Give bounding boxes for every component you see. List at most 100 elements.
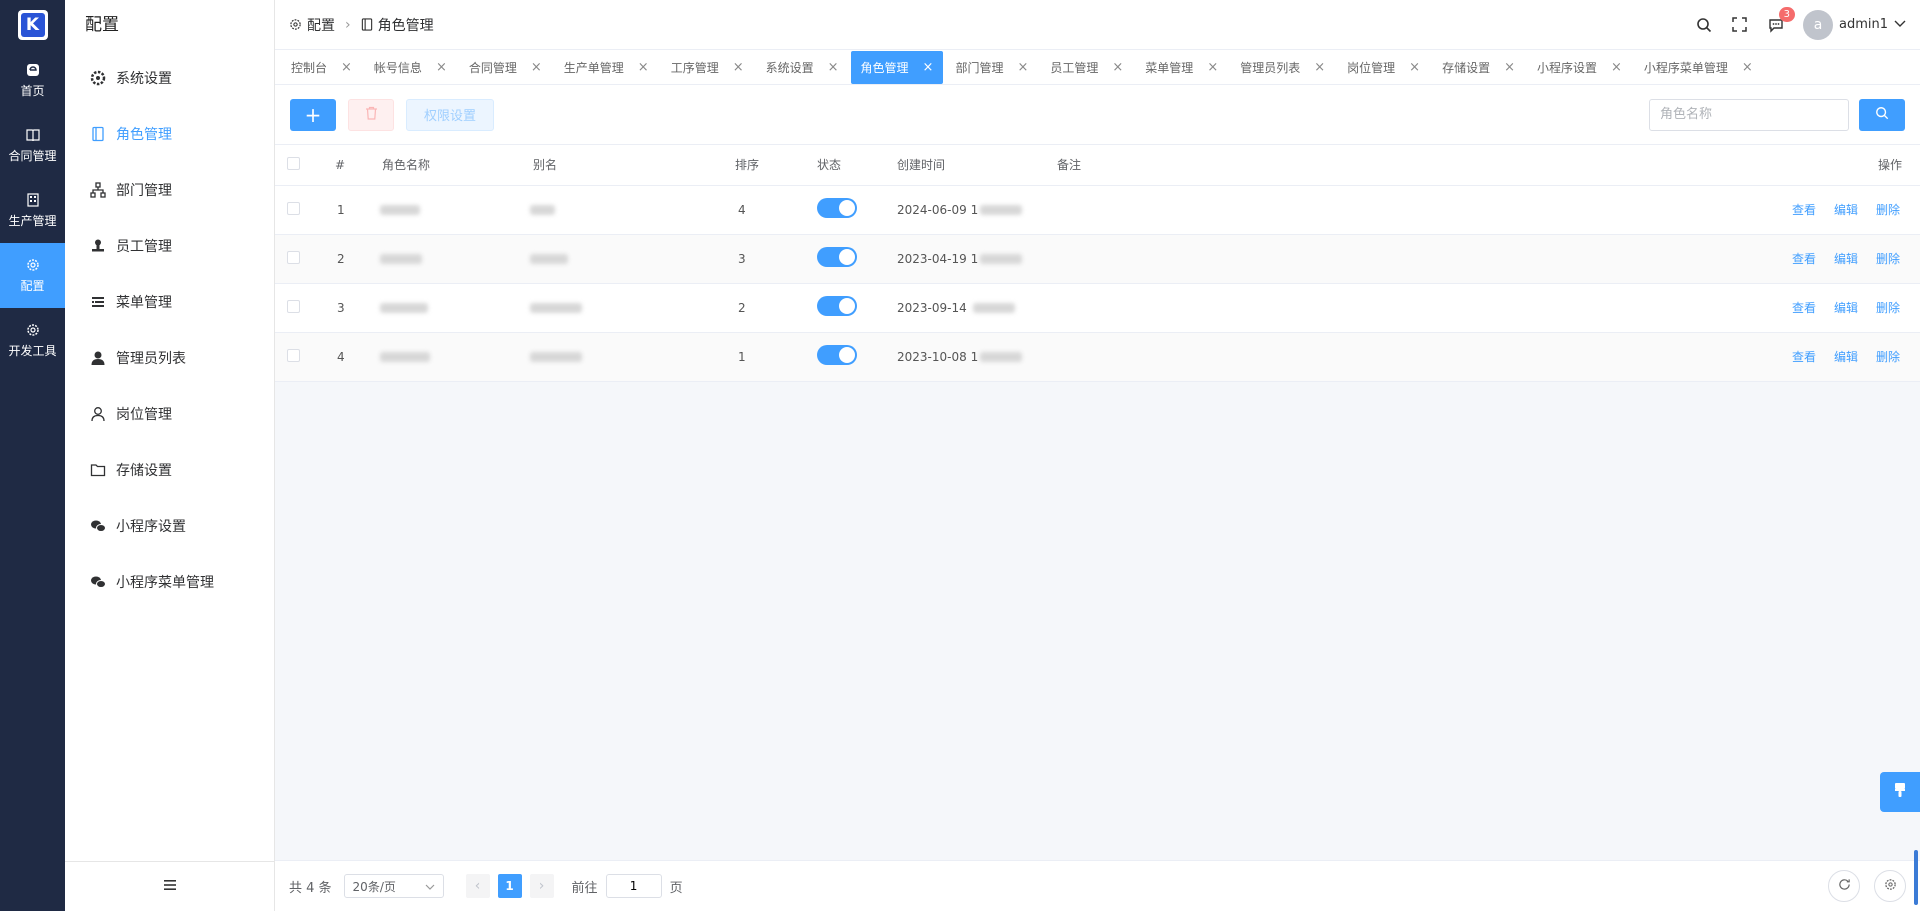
rail-item-contract[interactable]: 合同管理: [0, 113, 65, 178]
sidebar-item-department[interactable]: 部门管理: [65, 162, 274, 218]
close-icon[interactable]: ×: [531, 60, 542, 75]
trash-icon: [365, 106, 378, 124]
close-icon[interactable]: ×: [733, 60, 744, 75]
app-logo[interactable]: K: [17, 10, 48, 40]
delete-button[interactable]: [348, 98, 394, 131]
rail-item-home[interactable]: 首页: [0, 48, 65, 113]
status-toggle[interactable]: [817, 247, 857, 267]
view-button[interactable]: 查看: [1792, 301, 1816, 315]
row-checkbox[interactable]: [287, 348, 300, 362]
row-checkbox[interactable]: [287, 250, 300, 264]
tab-item[interactable]: 帐号信息 ×: [364, 51, 457, 84]
user-menu[interactable]: a admin1: [1802, 9, 1906, 40]
tab-item[interactable]: 存储设置 ×: [1432, 51, 1525, 84]
tab-item[interactable]: 控制台 ×: [281, 51, 362, 84]
search-icon[interactable]: [1695, 16, 1713, 34]
rail-item-config[interactable]: 配置: [0, 243, 65, 308]
message-icon[interactable]: 3: [1767, 6, 1795, 34]
pagination-bar: 共 4 条 20条/页 ‹ 1 › 前往 页: [275, 860, 1920, 911]
scrollbar-thumb[interactable]: [1914, 850, 1918, 905]
table-row[interactable]: 3 2 2023-09-14 查看 编辑 删除: [275, 283, 1920, 333]
close-icon[interactable]: ×: [1409, 60, 1420, 75]
next-page-button[interactable]: ›: [529, 874, 554, 898]
rail-item-production[interactable]: 生产管理: [0, 178, 65, 243]
tab-item[interactable]: 岗位管理 ×: [1337, 51, 1430, 84]
tab-item[interactable]: 合同管理 ×: [459, 51, 552, 84]
page-number-current[interactable]: 1: [497, 874, 522, 898]
col-created-time: 创建时间: [877, 145, 1057, 186]
add-button[interactable]: +: [290, 98, 336, 131]
row-remark: [1057, 332, 1770, 382]
prev-page-button[interactable]: ‹: [465, 874, 490, 898]
delete-row-button[interactable]: 删除: [1876, 203, 1900, 217]
page-size-select[interactable]: 20条/页: [343, 874, 444, 898]
view-button[interactable]: 查看: [1792, 252, 1816, 266]
sidebar-item-position[interactable]: 岗位管理: [65, 386, 274, 442]
status-toggle[interactable]: [817, 296, 857, 316]
sidebar-item-menu[interactable]: 菜单管理: [65, 274, 274, 330]
delete-row-button[interactable]: 删除: [1876, 350, 1900, 364]
sidebar-item-miniprogram-settings[interactable]: 小程序设置: [65, 498, 274, 554]
sidebar-collapse-toggle[interactable]: [65, 861, 275, 911]
redacted-alias: [530, 254, 568, 264]
select-all-checkbox[interactable]: [287, 156, 300, 170]
close-icon[interactable]: ×: [1314, 60, 1325, 75]
col-sort: 排序: [718, 145, 797, 186]
sidebar-item-admin-list[interactable]: 管理员列表: [65, 330, 274, 386]
fullscreen-icon[interactable]: [1731, 16, 1749, 34]
sidebar-item-label: 管理员列表: [116, 351, 186, 367]
view-button[interactable]: 查看: [1792, 350, 1816, 364]
close-icon[interactable]: ×: [923, 60, 934, 75]
edit-button[interactable]: 编辑: [1834, 301, 1858, 315]
sidebar-item-employee[interactable]: 员工管理: [65, 218, 274, 274]
tab-item[interactable]: 员工管理 ×: [1040, 51, 1133, 84]
tab-item[interactable]: 管理员列表 ×: [1230, 51, 1335, 84]
close-icon[interactable]: ×: [1112, 60, 1123, 75]
table-row[interactable]: 4 1 2023-10-08 1 查看 编辑 删除: [275, 332, 1920, 382]
permission-settings-button[interactable]: 权限设置: [406, 98, 494, 131]
view-button[interactable]: 查看: [1792, 203, 1816, 217]
status-toggle[interactable]: [817, 345, 857, 365]
edit-button[interactable]: 编辑: [1834, 203, 1858, 217]
table-row[interactable]: 2 3 2023-04-19 1 查看 编辑 删除: [275, 234, 1920, 284]
sidebar-item-role-management[interactable]: 角色管理: [65, 106, 274, 162]
close-icon[interactable]: ×: [1742, 60, 1753, 75]
breadcrumb-item[interactable]: 配置: [307, 15, 335, 35]
row-checkbox[interactable]: [287, 299, 300, 313]
close-icon[interactable]: ×: [436, 60, 447, 75]
delete-row-button[interactable]: 删除: [1876, 252, 1900, 266]
search-button[interactable]: [1859, 98, 1905, 131]
close-icon[interactable]: ×: [638, 60, 649, 75]
tab-item[interactable]: 小程序菜单管理 ×: [1634, 51, 1763, 84]
sidebar-item-miniprogram-menu[interactable]: 小程序菜单管理: [65, 554, 274, 610]
tab-item[interactable]: 菜单管理 ×: [1135, 51, 1228, 84]
sidebar-item-system-settings[interactable]: 系统设置: [65, 50, 274, 106]
row-checkbox[interactable]: [287, 201, 300, 215]
close-icon[interactable]: ×: [1504, 60, 1515, 75]
edit-button[interactable]: 编辑: [1834, 350, 1858, 364]
goto-page-input[interactable]: [605, 874, 662, 898]
created-date: 2023-09-14: [897, 300, 967, 315]
refresh-button[interactable]: [1828, 870, 1860, 902]
sidebar: 配置 系统设置 角色管理 部门管理 员工管理 菜单管理 管理员列表 岗位管理 存…: [65, 0, 275, 911]
tab-item[interactable]: 生产单管理 ×: [554, 51, 659, 84]
floating-tool-button[interactable]: [1880, 772, 1920, 812]
tab-item[interactable]: 部门管理 ×: [945, 51, 1038, 84]
tab-item[interactable]: 系统设置 ×: [756, 51, 849, 84]
tab-item[interactable]: 工序管理 ×: [661, 51, 754, 84]
tab-item[interactable]: 小程序设置 ×: [1527, 51, 1632, 84]
sidebar-item-storage[interactable]: 存储设置: [65, 442, 274, 498]
close-icon[interactable]: ×: [1017, 60, 1028, 75]
status-toggle[interactable]: [817, 198, 857, 218]
tab-item[interactable]: 角色管理 ×: [850, 50, 944, 84]
edit-button[interactable]: 编辑: [1834, 252, 1858, 266]
table-row[interactable]: 1 4 2024-06-09 1 查看 编辑 删除: [275, 185, 1920, 235]
close-icon[interactable]: ×: [1611, 60, 1622, 75]
delete-row-button[interactable]: 删除: [1876, 301, 1900, 315]
role-name-search-input[interactable]: [1649, 98, 1849, 131]
close-icon[interactable]: ×: [1207, 60, 1218, 75]
close-icon[interactable]: ×: [341, 60, 352, 75]
table-settings-button[interactable]: [1874, 870, 1906, 902]
close-icon[interactable]: ×: [828, 60, 839, 75]
rail-item-devtools[interactable]: 开发工具: [0, 308, 65, 373]
